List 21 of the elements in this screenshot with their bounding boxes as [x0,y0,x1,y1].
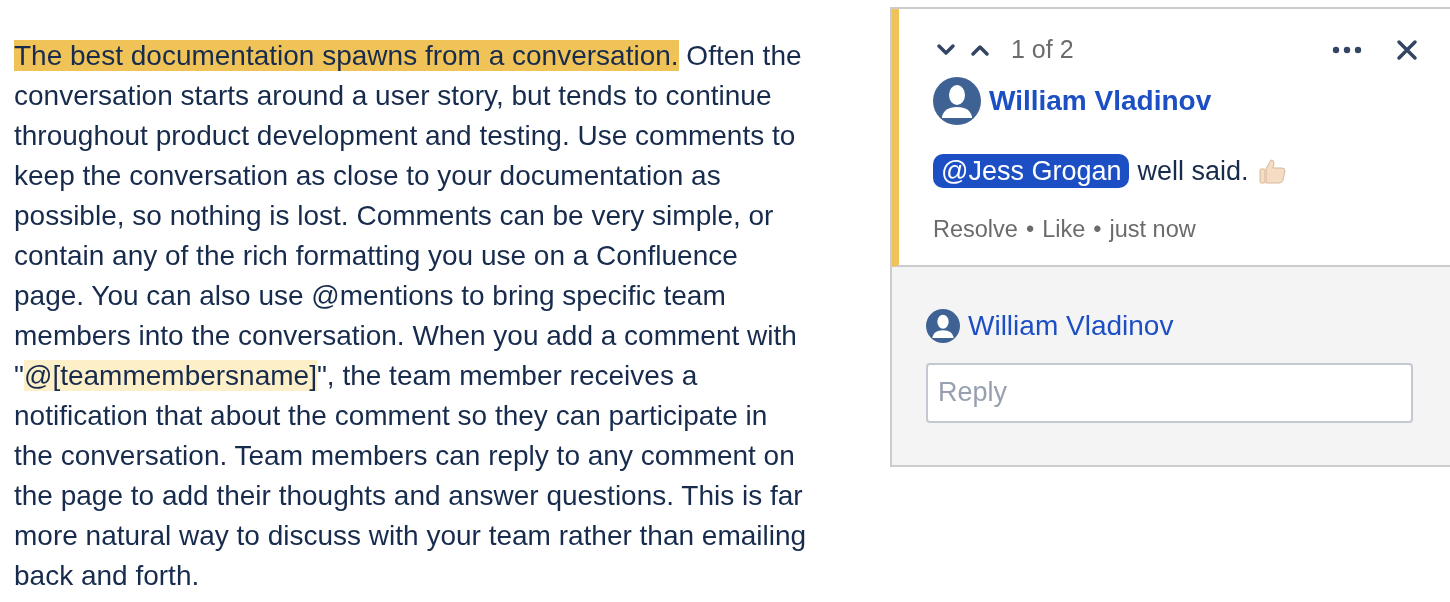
mention-link[interactable]: @Jess Grogan [933,154,1130,189]
action-link[interactable]: Like [1042,211,1086,247]
avatar-icon [926,308,960,343]
action-link[interactable]: Resolve [933,211,1018,247]
document-paragraph: The best documentation spawns from a conversation. Often the conversation starts around a user story, but tends to continue throughout product development and testing. Use comments to keep the conversation as close to your documentation as possible, so nothing is lost. Comments can be very simple, or contain any of the rich formatting you use on a Confluence page. You can also use @mentions to bring specific team members into the conversation. When you add a comment with "@[teammembersname]", the team member receives a notification that about the comment so they can participate in the conversation. Team members can reply to any comment on the page to add their thoughts and answer questions. This is far more natural way to discuss with your team rather than emailing back and forth. [14,39,808,593]
author-link[interactable]: William Vladinov [989,80,1212,122]
chevron-up-icon [969,43,991,57]
thumbs-up-icon [1256,156,1287,187]
reply-field[interactable]: Reply [926,362,1413,423]
more-icon [1332,46,1362,54]
comment-counter: 1 of 2 [1011,34,1074,66]
chevron-down-icon [935,43,957,57]
separator-dot: • [1025,214,1035,244]
more-button[interactable] [1330,44,1364,56]
comment-text: well said. [1137,155,1249,188]
avatar-icon [933,77,981,125]
reply-author-name: William Vladinov [968,308,1174,343]
close-icon [1396,39,1418,61]
close-button[interactable] [1394,37,1420,63]
separator-dot: • [1093,214,1102,244]
timestamp: just now [1109,214,1196,244]
